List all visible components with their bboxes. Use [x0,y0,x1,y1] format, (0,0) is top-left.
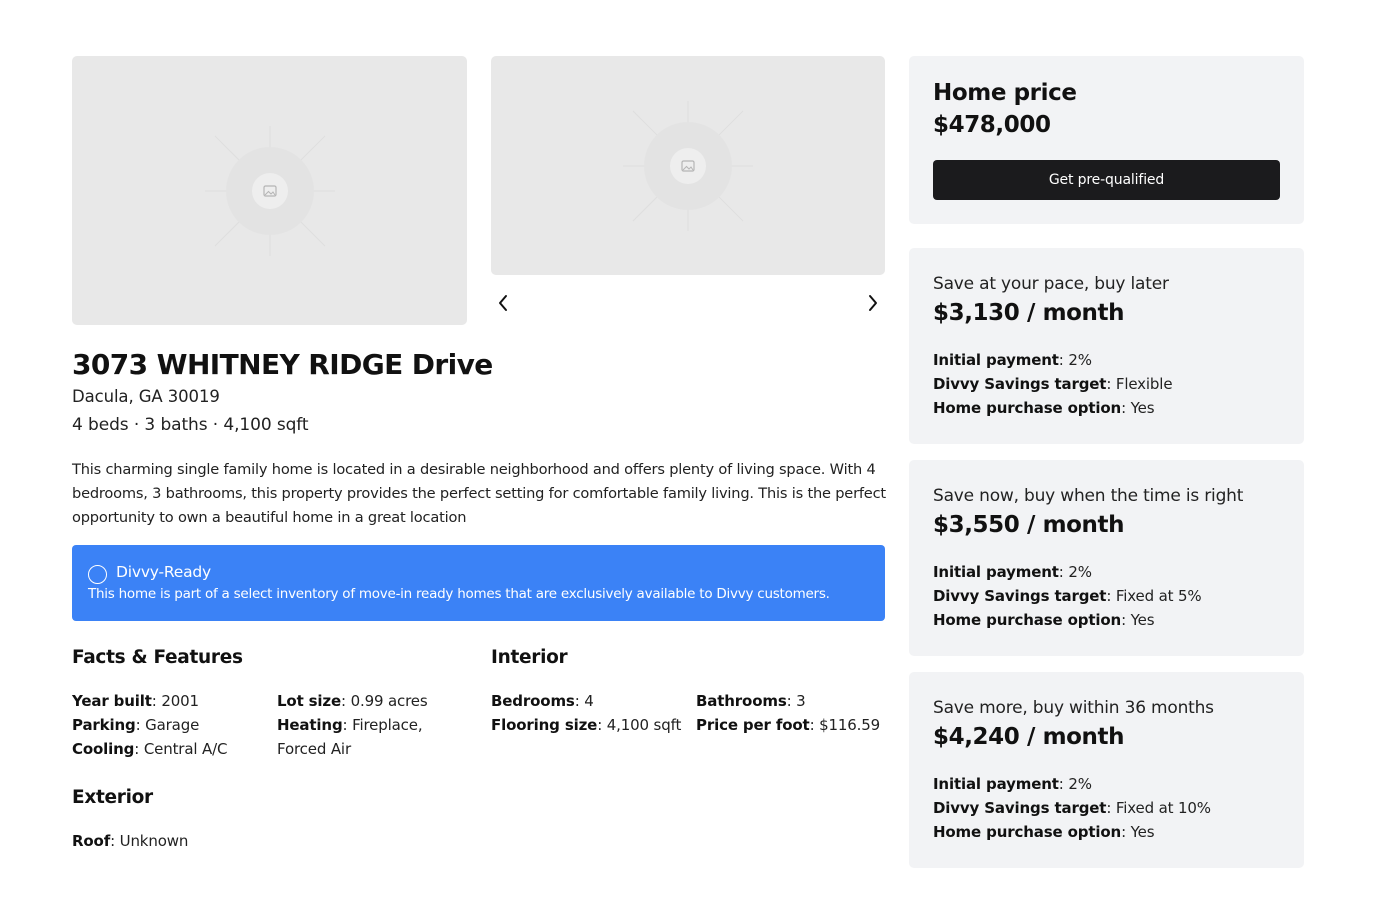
listing-photo-main[interactable] [72,56,467,325]
fact-item: Cooling: Central A/C [72,740,228,758]
plan-detail-item: Divvy Savings target: Fixed at 5% [933,587,1202,605]
plan-detail-value: 2% [1068,351,1092,369]
banner-text: This home is part of a select inventory … [88,586,830,602]
get-pre-qualified-button[interactable]: Get pre-qualified [933,160,1280,200]
fact-value: 3 [796,692,806,710]
listing-city: Dacula, GA 30019 [72,387,220,406]
plan-details: Initial payment: 2% Divvy Savings target… [933,560,1202,632]
fact-label: Cooling [72,740,135,758]
gallery-prev-button[interactable] [491,290,515,316]
interior-heading: Interior [491,647,568,668]
divvy-ready-banner: Divvy-Ready This home is part of a selec… [72,545,885,621]
fact-value: 2001 [161,692,199,710]
plan-detail-value: Fixed at 5% [1115,587,1202,605]
plan-detail-item: Initial payment: 2% [933,351,1092,369]
home-price-value: $478,000 [933,112,1051,138]
fact-item: Price per foot: $116.59 [696,716,881,734]
banner-title: Divvy-Ready [116,563,212,581]
plan-detail-label: Divvy Savings target [933,587,1107,605]
plan-amount: $3,550 / month [933,512,1125,538]
plan-detail-value: Yes [1130,611,1155,629]
facts-column-1: Year built: 2001 Parking: Garage Cooling… [72,689,272,761]
plan-amount: $3,130 / month [933,300,1125,326]
fact-value: 4,100 sqft [606,716,682,734]
fact-item: Parking: Garage [72,716,200,734]
plan-detail-value: Yes [1130,399,1155,417]
fact-label: Flooring size [491,716,598,734]
plan-detail-value: Yes [1130,823,1155,841]
chevron-left-icon [499,295,507,311]
fact-label: Parking [72,716,136,734]
plan-details: Initial payment: 2% Divvy Savings target… [933,348,1173,420]
fact-label: Bedrooms [491,692,575,710]
plan-detail-value: 2% [1068,563,1092,581]
plan-detail-value: Flexible [1115,375,1173,393]
fact-label: Year built [72,692,152,710]
plan-detail-label: Home purchase option [933,399,1122,417]
fact-value: Garage [145,716,200,734]
plan-detail-label: Initial payment [933,563,1059,581]
fact-item: Heating: Fireplace, Forced Air [277,716,423,758]
image-placeholder-icon [623,100,753,231]
fact-label: Lot size [277,692,342,710]
listing-description: This charming single family home is loca… [72,461,886,526]
interior-column-2: Bathrooms: 3 Price per foot: $116.59 [696,689,885,737]
image-placeholder-icon [204,125,335,256]
plan-card[interactable]: Save more, buy within 36 months $4,240 /… [909,672,1304,868]
plan-detail-item: Divvy Savings target: Fixed at 10% [933,799,1211,817]
plan-detail-item: Divvy Savings target: Flexible [933,375,1173,393]
plan-detail-label: Initial payment [933,775,1059,793]
fact-label: Heating [277,716,343,734]
plan-details: Initial payment: 2% Divvy Savings target… [933,772,1211,844]
plan-detail-label: Home purchase option [933,823,1122,841]
fact-item: Year built: 2001 [72,692,199,710]
interior-column-1: Bedrooms: 4 Flooring size: 4,100 sqft [491,689,691,737]
plan-detail-item: Initial payment: 2% [933,563,1092,581]
plan-detail-label: Divvy Savings target [933,799,1107,817]
circle-icon [88,565,107,584]
home-price-card: Home price $478,000 Get pre-qualified [909,56,1304,224]
plan-detail-item: Initial payment: 2% [933,775,1092,793]
plan-card[interactable]: Save at your pace, buy later $3,130 / mo… [909,248,1304,444]
fact-label: Bathrooms [696,692,787,710]
fact-value: Central A/C [143,740,228,758]
fact-item: Roof: Unknown [72,832,189,850]
fact-value: 4 [584,692,594,710]
plan-card[interactable]: Save now, buy when the time is right $3,… [909,460,1304,656]
fact-value: Unknown [119,832,189,850]
plan-detail-label: Initial payment [933,351,1059,369]
plan-detail-item: Home purchase option: Yes [933,399,1155,417]
exterior-heading: Exterior [72,787,153,808]
home-price-label: Home price [933,80,1077,106]
listing-page: 3073 WHITNEY RIDGE Drive Dacula, GA 3001… [0,0,1376,924]
plan-detail-value: Fixed at 10% [1115,799,1211,817]
fact-label: Price per foot [696,716,810,734]
plan-title: Save at your pace, buy later [933,274,1169,294]
facts-heading: Facts & Features [72,647,243,668]
plan-detail-item: Home purchase option: Yes [933,611,1155,629]
fact-value: 0.99 acres [350,692,428,710]
fact-item: Bedrooms: 4 [491,692,594,710]
gallery-next-button[interactable] [861,290,885,316]
plan-detail-value: 2% [1068,775,1092,793]
listing-photo-secondary[interactable] [491,56,885,275]
fact-item: Flooring size: 4,100 sqft [491,716,682,734]
fact-item: Bathrooms: 3 [696,692,806,710]
plan-detail-label: Divvy Savings target [933,375,1107,393]
plan-amount: $4,240 / month [933,724,1125,750]
listing-address: 3073 WHITNEY RIDGE Drive [72,348,493,381]
fact-value: $116.59 [819,716,881,734]
facts-column-2: Lot size: 0.99 acres Heating: Fireplace,… [277,689,465,761]
plan-title: Save now, buy when the time is right [933,486,1244,506]
plan-detail-item: Home purchase option: Yes [933,823,1155,841]
fact-label: Roof [72,832,111,850]
listing-specs: 4 beds · 3 baths · 4,100 sqft [72,415,309,435]
plan-detail-label: Home purchase option [933,611,1122,629]
plan-title: Save more, buy within 36 months [933,698,1214,718]
exterior-column: Roof: Unknown [72,829,372,853]
fact-item: Lot size: 0.99 acres [277,692,428,710]
chevron-right-icon [869,295,877,311]
